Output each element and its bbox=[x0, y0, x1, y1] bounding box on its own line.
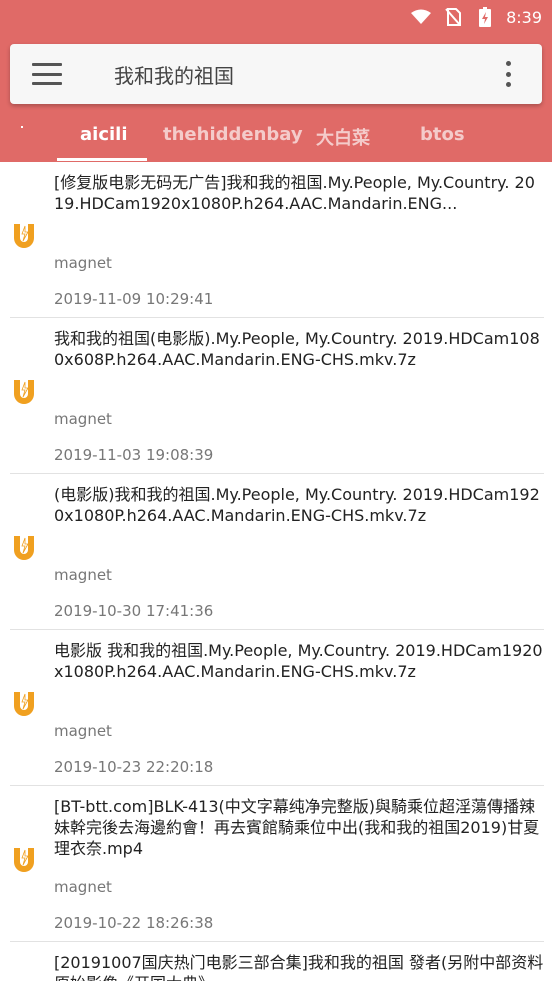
item-date: 2019-10-30 17:41:36 bbox=[54, 602, 214, 620]
app-header: 我和我的祖国 aicili thehiddenbay 大白菜 btos bbox=[0, 34, 552, 162]
tab-btos[interactable]: btos bbox=[420, 124, 465, 145]
more-options-icon[interactable] bbox=[498, 61, 518, 87]
results-list: [修复版电影无码无广告]我和我的祖国.My.People, My.Country… bbox=[0, 162, 552, 981]
item-date: 2019-10-23 22:20:18 bbox=[54, 758, 214, 776]
item-type: magnet bbox=[54, 722, 112, 740]
item-title: [修复版电影无码无广告]我和我的祖国.My.People, My.Country… bbox=[54, 173, 535, 213]
item-type: magnet bbox=[54, 254, 112, 272]
tab-aicili[interactable]: aicili bbox=[80, 124, 128, 145]
list-item[interactable]: 我和我的祖国(电影版).My.People, My.Country. 2019.… bbox=[10, 318, 544, 474]
item-type: magnet bbox=[54, 878, 112, 896]
item-date: 2019-10-22 18:26:38 bbox=[54, 914, 214, 932]
magnet-icon bbox=[10, 378, 38, 408]
item-title: 电影版 我和我的祖国.My.People, My.Country. 2019.H… bbox=[54, 641, 543, 681]
search-bar[interactable]: 我和我的祖国 bbox=[10, 44, 542, 104]
list-item[interactable]: [修复版电影无码无广告]我和我的祖国.My.People, My.Country… bbox=[10, 162, 544, 318]
magnet-icon bbox=[10, 846, 38, 876]
status-time: 8:39 bbox=[506, 7, 542, 27]
tab-indicator bbox=[57, 158, 147, 161]
list-item[interactable]: 电影版 我和我的祖国.My.People, My.Country. 2019.H… bbox=[10, 630, 544, 786]
list-item[interactable]: (电影版)我和我的祖国.My.People, My.Country. 2019.… bbox=[10, 474, 544, 630]
item-type: magnet bbox=[54, 410, 112, 428]
tab-thehiddenbay[interactable]: thehiddenbay bbox=[163, 124, 303, 145]
list-item[interactable]: [BT-btt.com]BLK-413(中文字幕纯净完整版)與騎乘位超淫蕩傳播辣… bbox=[10, 786, 544, 942]
status-bar: 8:39 bbox=[0, 0, 552, 34]
item-title: (电影版)我和我的祖国.My.People, My.Country. 2019.… bbox=[54, 485, 540, 525]
item-type: magnet bbox=[54, 566, 112, 584]
magnet-icon bbox=[10, 222, 38, 252]
battery-charging-icon bbox=[474, 6, 496, 28]
source-tabs: aicili thehiddenbay 大白菜 btos bbox=[0, 116, 552, 162]
no-sim-icon bbox=[442, 6, 464, 28]
tab-dabaicai[interactable]: 大白菜 bbox=[316, 124, 370, 150]
magnet-icon bbox=[10, 534, 38, 564]
item-title: [BT-btt.com]BLK-413(中文字幕纯净完整版)與騎乘位超淫蕩傳播辣… bbox=[54, 797, 540, 858]
item-title: [20191007国庆热门电影三部合集]我和我的祖国 發者(另附中部资料 原始影… bbox=[54, 953, 544, 981]
wifi-icon bbox=[410, 6, 432, 28]
item-title: 我和我的祖国(电影版).My.People, My.Country. 2019.… bbox=[54, 329, 540, 369]
item-date: 2019-11-03 19:08:39 bbox=[54, 446, 214, 464]
magnet-icon bbox=[10, 690, 38, 720]
item-date: 2019-11-09 10:29:41 bbox=[54, 290, 214, 308]
list-item[interactable]: [20191007国庆热门电影三部合集]我和我的祖国 發者(另附中部资料 原始影… bbox=[10, 942, 544, 981]
search-query[interactable]: 我和我的祖国 bbox=[114, 60, 498, 89]
tab-scroll-dot bbox=[21, 126, 23, 128]
menu-icon[interactable] bbox=[32, 63, 62, 85]
